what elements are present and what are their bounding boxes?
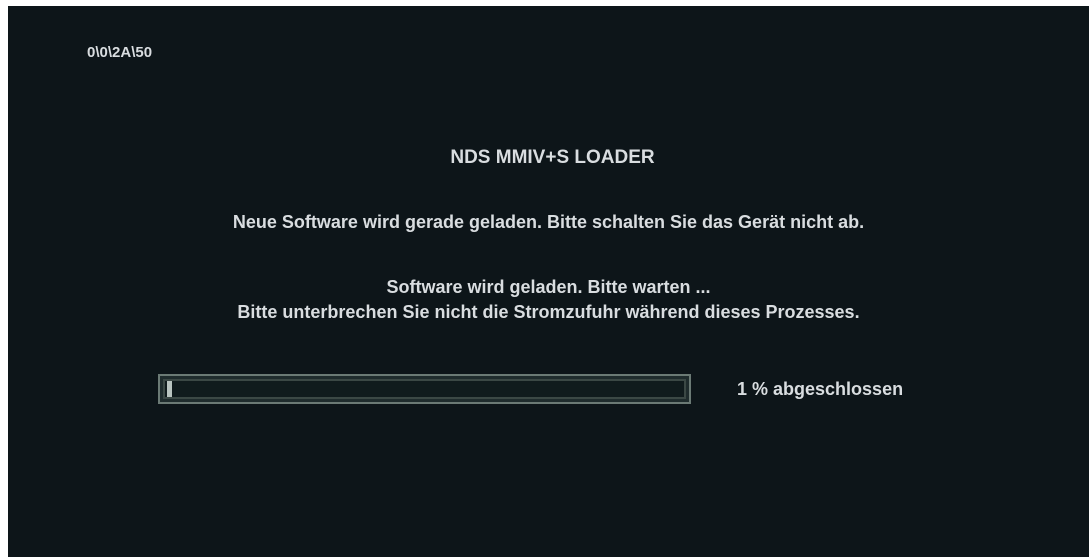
loader-screen: 0\0\2A\50 NDS MMIV+S LOADER Neue Softwar… xyxy=(8,6,1089,557)
progress-label: 1 % abgeschlossen xyxy=(737,379,904,399)
status-code: 0\0\2A\50 xyxy=(87,44,153,61)
progress-bar-fill xyxy=(167,381,172,397)
wait-message: Software wird geladen. Bitte warten ... xyxy=(386,277,711,297)
loader-title: NDS MMIV+S LOADER xyxy=(450,147,655,168)
progress-bar xyxy=(158,374,691,404)
warning-message: Neue Software wird gerade geladen. Bitte… xyxy=(232,212,865,232)
power-warning-message: Bitte unterbrechen Sie nicht die Stromzu… xyxy=(237,302,860,322)
